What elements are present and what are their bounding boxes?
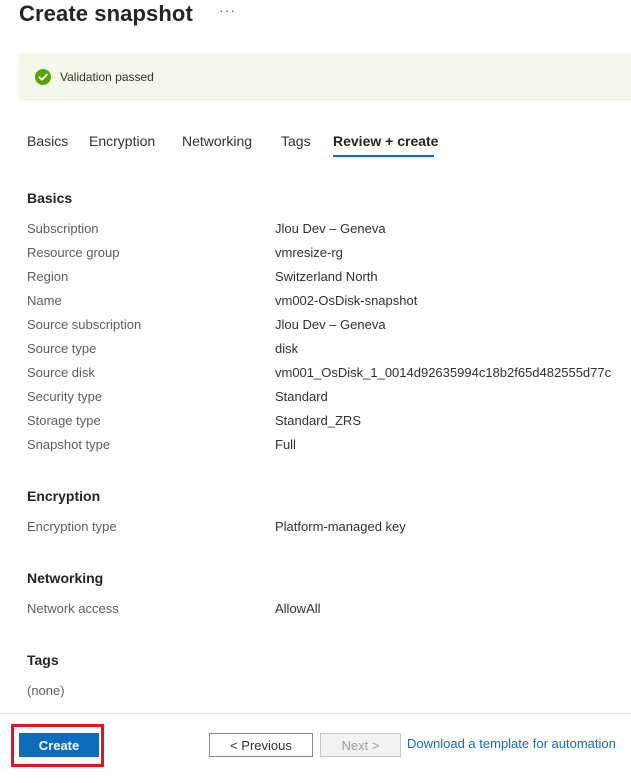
summary-key: Region (27, 269, 69, 284)
summary-value: vm002-OsDisk-snapshot (275, 293, 418, 308)
summary-value: Platform-managed key (275, 519, 406, 534)
summary-value: AllowAll (275, 601, 321, 616)
summary-row: Name vm002-OsDisk-snapshot (27, 293, 627, 313)
summary-row: Region Switzerland North (27, 269, 627, 289)
summary-value: disk (275, 341, 299, 356)
section-title-networking: Networking (27, 570, 104, 586)
summary-value: vm001_OsDisk_1_0014d92635994c18b2f65d482… (275, 365, 612, 380)
download-template-link[interactable]: Download a template for automation (407, 736, 616, 751)
summary-value: Switzerland North (275, 269, 378, 284)
section-title-basics: Basics (27, 190, 73, 206)
summary-row: Source subscription Jlou Dev – Geneva (27, 317, 627, 337)
summary-row: Subscription Jlou Dev – Geneva (27, 221, 627, 241)
summary-row: Source type disk (27, 341, 627, 361)
summary-key: Snapshot type (27, 437, 111, 452)
page-title-row: Create snapshot (19, 0, 193, 28)
footer-divider (0, 713, 631, 714)
summary-key: Encryption type (27, 519, 117, 534)
summary-row: Storage type Standard_ZRS (27, 413, 627, 433)
section-title-encryption: Encryption (27, 488, 101, 504)
summary-value: Standard_ZRS (275, 413, 361, 428)
create-button[interactable]: Create (19, 733, 99, 757)
summary-row: Security type Standard (27, 389, 627, 409)
summary-row: Source disk vm001_OsDisk_1_0014d92635994… (27, 365, 627, 385)
summary-value: vmresize-rg (275, 245, 343, 260)
summary-key: Storage type (27, 413, 101, 428)
summary-row: Snapshot type Full (27, 437, 627, 457)
summary-key: Security type (27, 389, 103, 404)
tags-value: (none) (27, 683, 65, 698)
section-title-tags: Tags (27, 652, 59, 668)
summary-key: Name (27, 293, 62, 308)
summary-key: Source subscription (27, 317, 142, 332)
summary-key: Source disk (27, 365, 95, 380)
summary-key: Network access (27, 601, 119, 616)
active-tab-indicator (333, 155, 434, 157)
summary-key: Resource group (27, 245, 120, 260)
summary-row: Encryption type Platform-managed key (27, 519, 627, 539)
summary-row: Network access AllowAll (27, 601, 627, 621)
checkmark-circle-icon (35, 69, 51, 85)
tab-tags[interactable]: Tags (281, 130, 311, 152)
summary-row: Resource group vmresize-rg (27, 245, 627, 265)
summary-value: Jlou Dev – Geneva (275, 317, 386, 332)
tab-networking[interactable]: Networking (182, 130, 252, 152)
tab-review-create[interactable]: Review + create (333, 130, 438, 152)
validation-banner: Validation passed (19, 53, 631, 101)
summary-value: Full (275, 437, 296, 452)
more-options-icon[interactable]: ··· (219, 2, 236, 18)
tab-encryption[interactable]: Encryption (89, 130, 155, 152)
summary-value: Standard (275, 389, 328, 404)
tab-basics[interactable]: Basics (27, 130, 68, 152)
validation-message: Validation passed (60, 70, 154, 84)
next-button: Next > (320, 733, 401, 757)
page-title: Create snapshot (19, 1, 193, 26)
summary-key: Subscription (27, 221, 99, 236)
previous-button[interactable]: < Previous (209, 733, 313, 757)
summary-value: Jlou Dev – Geneva (275, 221, 386, 236)
summary-key: Source type (27, 341, 97, 356)
